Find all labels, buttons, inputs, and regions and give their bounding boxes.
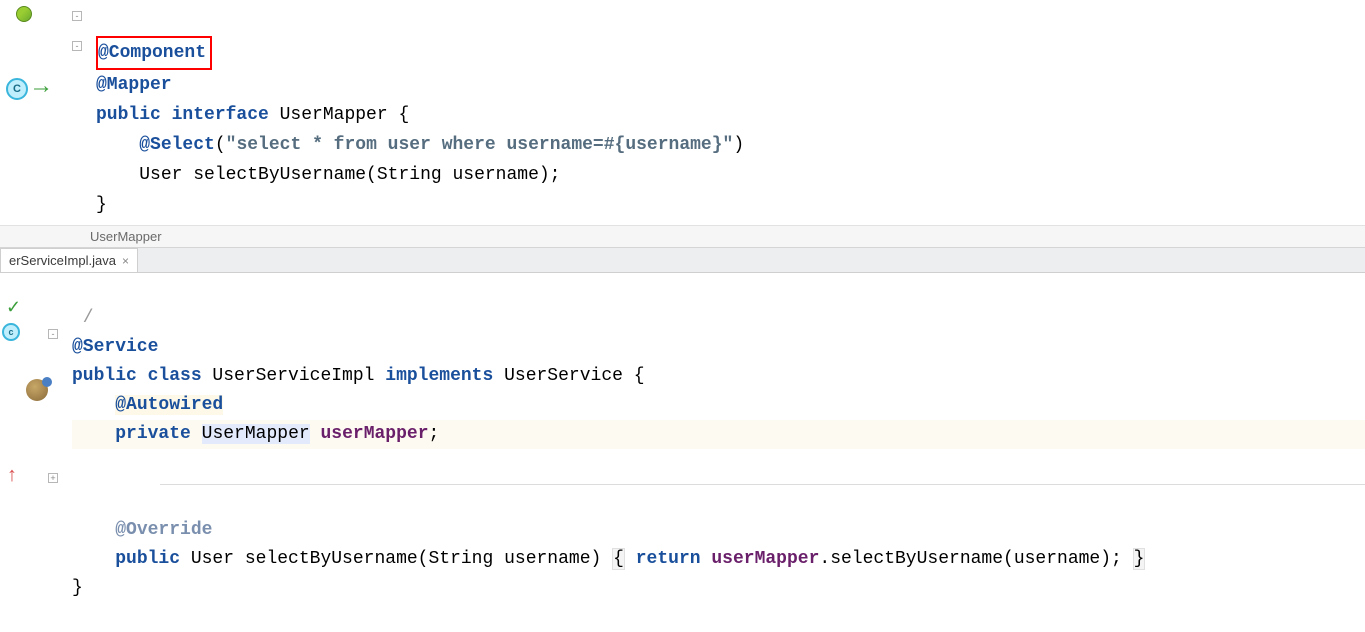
identifier-userserviceimpl: UserServiceImpl (202, 366, 386, 386)
fold-toggle-icon[interactable]: - (48, 329, 58, 339)
type-usermapper: UserMapper (202, 424, 310, 444)
keyword-return: return (636, 549, 701, 569)
close-brace: } (96, 195, 107, 215)
keyword-public-interface: public interface (96, 105, 269, 125)
breadcrumb[interactable]: UserMapper (0, 225, 1365, 248)
fold-toggle-icon[interactable]: - (72, 11, 82, 21)
top-fold-column: - - (70, 0, 86, 225)
identifier-userservice: UserService { (493, 366, 644, 386)
indent (96, 135, 139, 155)
top-code-area[interactable]: @Component @Mapper public interface User… (86, 0, 1365, 225)
fieldref-usermapper: userMapper (711, 549, 819, 569)
fold-toggle-icon[interactable]: - (72, 41, 82, 51)
brace-close: } (1133, 548, 1146, 570)
indent (72, 520, 115, 540)
brace-open: { (612, 548, 625, 570)
method-sig: User selectByUsername(String username) (180, 549, 612, 569)
bottom-code-pane: ✓ c ↑ - + / @Service public class UserSe… (0, 273, 1365, 632)
sql-string: "select * from user where username=#{use… (226, 135, 734, 155)
class-marker-icon[interactable]: C (6, 78, 28, 100)
space (625, 549, 636, 569)
bottom-code-area[interactable]: / @Service public class UserServiceImpl … (62, 273, 1365, 632)
annotation-select: @Select (139, 135, 215, 155)
close-icon[interactable]: × (122, 254, 129, 268)
space (701, 549, 712, 569)
method-signature: User selectByUsername(String username); (139, 165, 560, 185)
check-icon[interactable]: ✓ (6, 297, 21, 319)
top-gutter: C → (0, 0, 70, 225)
bottom-gutter: ✓ c ↑ (0, 273, 46, 632)
identifier-usermapper: UserMapper { (269, 105, 409, 125)
annotation-override: @Override (115, 520, 212, 540)
space (310, 424, 321, 444)
annotation-service: @Service (72, 337, 158, 357)
keyword-public-class: public class (72, 366, 202, 386)
paren-close: ) (733, 135, 744, 155)
indent (72, 549, 115, 569)
tab-label: erServiceImpl.java (9, 253, 116, 268)
keyword-private: private (115, 424, 191, 444)
bottom-fold-column: - + (46, 273, 62, 632)
paren-open: ( (215, 135, 226, 155)
bean-marker-icon[interactable] (16, 6, 32, 22)
close-brace: } (72, 578, 83, 598)
field-usermapper: userMapper (321, 424, 429, 444)
tab-userserviceimpl[interactable]: erServiceImpl.java × (0, 248, 138, 272)
fold-toggle-icon[interactable]: + (48, 473, 58, 483)
keyword-public: public (115, 549, 180, 569)
top-code-pane: C → - - @Component @Mapper public interf… (0, 0, 1365, 225)
annotation-mapper: @Mapper (96, 75, 172, 95)
ide-editor: C → - - @Component @Mapper public interf… (0, 0, 1365, 546)
override-arrow-icon[interactable]: ↑ (6, 465, 18, 488)
class-marker-icon[interactable]: c (2, 323, 20, 341)
space (191, 424, 202, 444)
bean-nav-icon[interactable] (26, 379, 48, 401)
tab-bar: erServiceImpl.java × (0, 248, 1365, 273)
indent (96, 165, 139, 185)
method-call: .selectByUsername(username); (819, 549, 1132, 569)
semicolon: ; (429, 424, 440, 444)
annotation-component: @Component (98, 43, 206, 63)
keyword-implements: implements (385, 366, 493, 386)
separator-line (160, 484, 1365, 485)
indent (72, 395, 115, 415)
indent (72, 424, 115, 444)
autowired-arrow-icon[interactable]: → (34, 74, 48, 101)
annotation-autowired: @Autowired (115, 395, 223, 415)
